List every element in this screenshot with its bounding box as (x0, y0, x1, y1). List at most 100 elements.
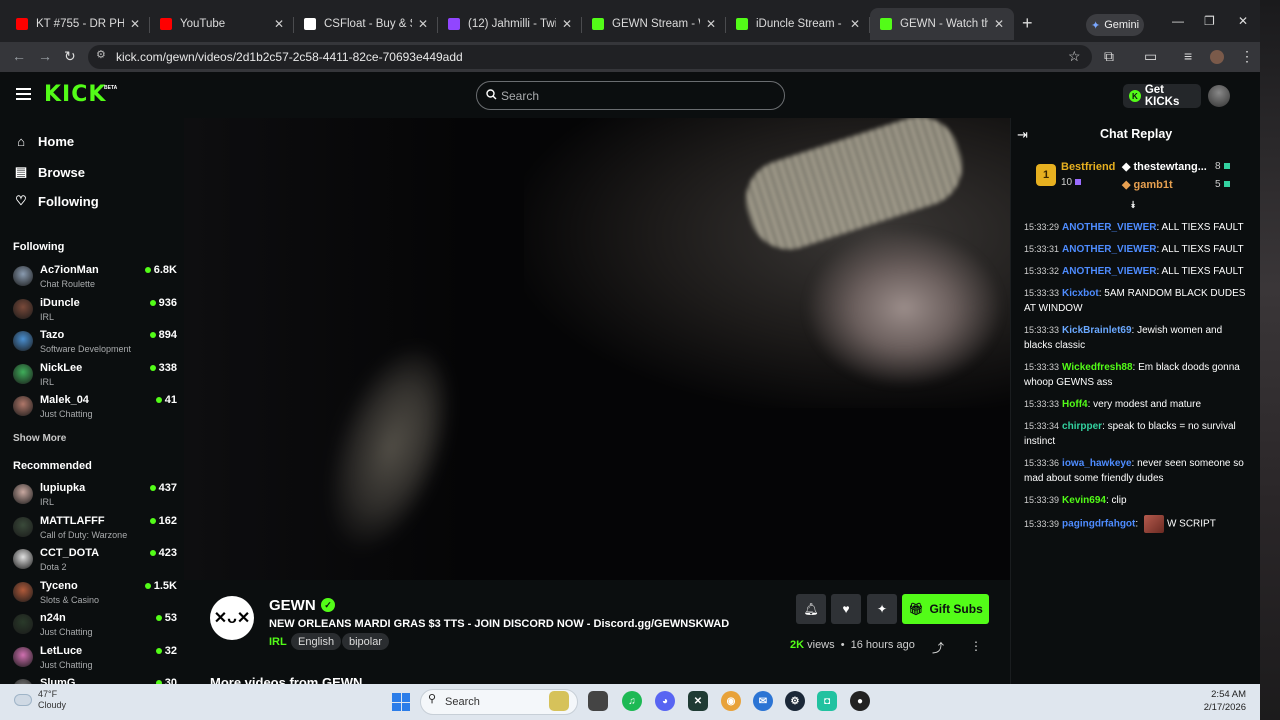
user-avatar[interactable] (1208, 85, 1230, 107)
nav-browse[interactable]: ▤ Browse (14, 164, 85, 180)
sidebar-channel[interactable]: MATTLAFFF Call of Duty: Warzone 162 (13, 515, 177, 545)
menu-dots-icon[interactable]: ⋮ (1240, 48, 1254, 65)
sidebar-channel[interactable]: Ac7ionMan Chat Roulette 6.8K (13, 264, 177, 294)
chrome-icon[interactable]: ◉ (721, 691, 741, 711)
nav-home[interactable]: ⌂ Home (14, 134, 74, 149)
pinned-toggle-icon[interactable]: ⯯ (1130, 200, 1136, 211)
tab-close-icon[interactable]: ✕ (994, 17, 1004, 31)
maximize-icon[interactable]: ❐ (1204, 14, 1215, 28)
channel-name[interactable]: GEWN (269, 597, 316, 614)
sidebar-channel[interactable]: lupiupka IRL 437 (13, 482, 177, 512)
reload-icon[interactable]: ↻ (64, 48, 76, 65)
channel-category: IRL (40, 376, 55, 387)
collapse-chat-icon[interactable]: ⇥ (1017, 127, 1028, 143)
category-link[interactable]: IRL (269, 636, 287, 648)
browser-tab[interactable]: YouTube ✕ (150, 8, 294, 40)
leader-third-name[interactable]: ◆ gamb1t (1122, 178, 1173, 191)
tag-bipolar[interactable]: bipolar (342, 633, 390, 650)
back-icon[interactable]: ← (12, 48, 26, 64)
notification-bell-button[interactable]: 🔔︎ (796, 594, 826, 624)
close-window-icon[interactable]: ✕ (1238, 14, 1248, 28)
bookmark-star-icon[interactable]: ☆ (1068, 48, 1081, 65)
weather-widget[interactable]: 47°F Cloudy (14, 689, 66, 711)
spotify-icon[interactable]: ♫ (622, 691, 642, 711)
forward-icon[interactable]: → (38, 48, 52, 64)
profile-avatar[interactable] (1210, 50, 1224, 64)
sidebar-channel[interactable]: CCT_DOTA Dota 2 423 (13, 547, 177, 577)
show-more-link[interactable]: Show More (13, 433, 66, 444)
tab-close-icon[interactable]: ✕ (850, 17, 860, 31)
message-username[interactable]: Hoff4 (1062, 399, 1088, 410)
tab-close-icon[interactable]: ✕ (706, 17, 716, 31)
minimize-icon[interactable]: — (1172, 14, 1184, 28)
leader-first-name[interactable]: Bestfriend (1061, 161, 1115, 173)
media-icon[interactable]: ≡ (1184, 48, 1192, 64)
extensions-icon[interactable]: ⧉ (1104, 48, 1114, 65)
tab-close-icon[interactable]: ✕ (274, 17, 284, 31)
sidebar-channel[interactable]: Tyceno Slots & Casino 1.5K (13, 580, 177, 610)
leader-third-count: 5 (1215, 179, 1230, 190)
message-username[interactable]: iowa_hawkeye (1062, 458, 1131, 469)
browser-tab[interactable]: iDuncle Stream - Watch ✕ (726, 8, 870, 40)
follow-heart-button[interactable]: ♥ (831, 594, 861, 624)
sparkle-button[interactable]: ✦ (867, 594, 897, 624)
message-username[interactable]: ANOTHER_VIEWER (1062, 222, 1156, 233)
viewer-count: 437 (149, 482, 177, 494)
terminal-icon[interactable]: ✕ (688, 691, 708, 711)
more-options-icon[interactable]: ⋮ (970, 639, 982, 653)
sidebar-channel[interactable]: SlumG 30 (13, 677, 177, 684)
file-explorer-icon[interactable] (588, 691, 608, 711)
kick-logo[interactable]: KICK (44, 82, 106, 107)
site-settings-icon[interactable]: ⚙ (96, 48, 106, 61)
gemini-button[interactable]: ✦ Gemini (1086, 14, 1144, 36)
system-clock[interactable]: 2:54 AM 2/17/2026 (1202, 688, 1246, 714)
leader-second-name[interactable]: ◆ thestewtang... (1122, 160, 1207, 173)
url-field[interactable]: kick.com/gewn/videos/2d1b2c57-2c58-4411-… (88, 45, 1092, 69)
steam-icon[interactable]: ⚙ (785, 691, 805, 711)
video-player[interactable] (184, 118, 1010, 580)
sidebar-channel[interactable]: Tazo Software Development 894 (13, 329, 177, 359)
message-username[interactable]: ANOTHER_VIEWER (1062, 266, 1156, 277)
tab-close-icon[interactable]: ✕ (562, 17, 572, 31)
message-username[interactable]: Wickedfresh88 (1062, 362, 1133, 373)
gemini-label: Gemini (1104, 19, 1140, 31)
sidebar-channel[interactable]: LetLuce Just Chatting 32 (13, 645, 177, 675)
message-username[interactable]: ANOTHER_VIEWER (1062, 244, 1156, 255)
app-icon[interactable]: ◘ (817, 691, 837, 711)
message-username[interactable]: Kicxbot (1062, 288, 1099, 299)
message-username[interactable]: Kevin694 (1062, 495, 1106, 506)
share-icon[interactable]: ⤴ (932, 639, 944, 656)
taskview-icon[interactable] (549, 691, 569, 711)
gift-subs-button[interactable]: 🎁︎ Gift Subs (902, 594, 989, 624)
cast-icon[interactable]: ▭ (1144, 48, 1157, 65)
channel-name: LetLuce (40, 644, 83, 657)
tag-english[interactable]: English (291, 633, 342, 650)
sidebar-channel[interactable]: Malek_04 Just Chatting 41 (13, 394, 177, 424)
sidebar-channel[interactable]: iDuncle IRL 936 (13, 297, 177, 327)
message-timestamp: 15:33:32 (1024, 266, 1060, 276)
channel-avatar[interactable]: ✕ᴗ✕ (210, 596, 254, 640)
hamburger-menu-icon[interactable] (16, 88, 31, 103)
sidebar-channel[interactable]: NickLee IRL 338 (13, 362, 177, 392)
search-input[interactable]: Search (476, 81, 785, 110)
sidebar-channel[interactable]: n24n Just Chatting 53 (13, 612, 177, 642)
messenger-icon[interactable]: ✉ (753, 691, 773, 711)
channel-category: Call of Duty: Warzone (40, 529, 128, 540)
discord-icon[interactable]: ◕ (655, 691, 675, 711)
browser-tab[interactable]: KT #755 - DR PHIL (AD ✕ (6, 8, 150, 40)
views-info: 2K views • 16 hours ago (790, 639, 915, 651)
browser-tab[interactable]: GEWN Stream - Watch ✕ (582, 8, 726, 40)
obs-icon[interactable]: ● (850, 691, 870, 711)
message-username[interactable]: chirpper (1062, 421, 1102, 432)
tab-close-icon[interactable]: ✕ (130, 17, 140, 31)
browser-tab[interactable]: CSFloat - Buy & Sell CS ✕ (294, 8, 438, 40)
windows-start-icon[interactable] (392, 693, 410, 711)
message-username[interactable]: pagingdrfahgot (1062, 519, 1135, 530)
browser-tab[interactable]: GEWN - Watch the ✕ (870, 8, 1014, 40)
message-username[interactable]: KickBrainlet69 (1062, 325, 1131, 336)
browser-tab[interactable]: (12) Jahmilli - Twitch ✕ (438, 8, 582, 40)
tab-close-icon[interactable]: ✕ (418, 17, 428, 31)
get-kicks-button[interactable]: K Get KICKs (1123, 84, 1201, 108)
new-tab-icon[interactable]: + (1022, 13, 1033, 34)
nav-following[interactable]: ♡ Following (14, 193, 98, 209)
